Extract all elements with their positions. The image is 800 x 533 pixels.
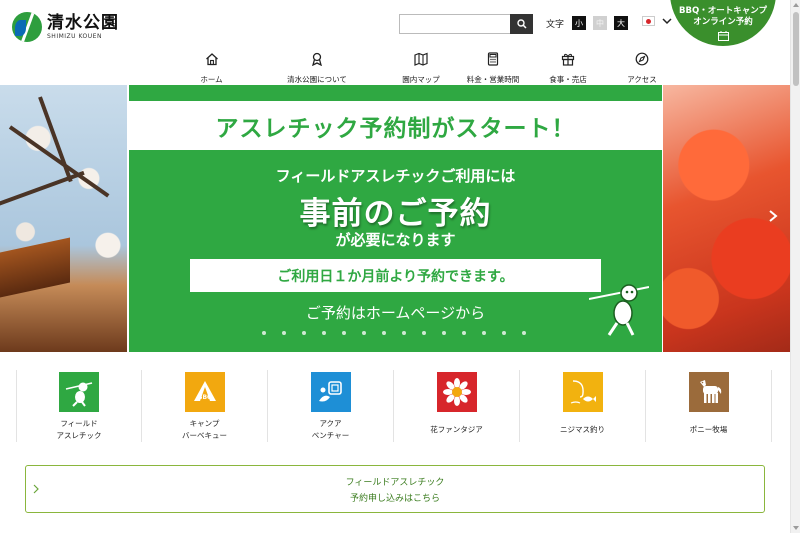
category-label: ニジマス釣り <box>560 425 605 434</box>
scroll-up-icon[interactable] <box>793 3 799 7</box>
slide-notice-box: ご利用日１か月前より予約できます。 <box>190 259 601 292</box>
category-label: バーベキュー <box>182 431 227 440</box>
carousel-dot[interactable] <box>462 331 466 335</box>
carousel-dot[interactable] <box>282 331 286 335</box>
nav-item-home[interactable]: ホーム <box>180 52 243 85</box>
carousel-dot[interactable] <box>442 331 446 335</box>
logo-name: 清水公園 <box>47 13 119 33</box>
map-icon <box>414 52 428 66</box>
category-label: ポニー牧場 <box>689 425 728 434</box>
category-label: 花ファンタジア <box>430 425 483 434</box>
hero-carousel: アスレチック予約制がスタート！ フィールドアスレチックご利用には 事前のご予約 … <box>0 85 790 352</box>
slide-footer-text: ご予約はホームページから <box>305 304 486 322</box>
carousel-dot[interactable] <box>362 331 366 335</box>
nav-item-food-shop[interactable]: 食事・売店 <box>535 52 601 85</box>
logo-mark-icon <box>12 12 42 42</box>
carousel-dot[interactable] <box>302 331 306 335</box>
category-label: アスレチック <box>56 431 102 440</box>
slide-headline: 事前のご予約 <box>299 196 492 232</box>
slide-title: アスレチック予約制がスタート！ <box>215 115 576 142</box>
carousel-dot[interactable] <box>342 331 346 335</box>
cta-line1: フィールドアスレチック <box>345 478 445 488</box>
nav-label: 園内マップ <box>402 75 440 84</box>
logo-sub: SHIMIZU KOUEN <box>47 33 102 40</box>
category-camp-bbq[interactable]: BBQ キャンプ バーベキュー <box>142 370 268 442</box>
mascot-icon <box>589 284 649 336</box>
compass-icon <box>635 52 649 66</box>
site-logo[interactable]: 清水公園 SHIMIZU KOUEN <box>12 12 119 42</box>
category-pony-ranch[interactable]: ポニー牧場 <box>646 370 772 442</box>
carousel-dots <box>262 331 542 335</box>
home-icon <box>205 53 218 66</box>
nav-item-fees-hours[interactable]: 料金・営業時間 <box>451 52 535 85</box>
main-nav: ホーム 清水公園について 園内マップ 料金・営業時間 食事・売店 アクセス <box>180 52 683 85</box>
bbq-reservation-button[interactable]: BBQ・オートキャンプ オンライン予約 <box>670 0 776 46</box>
search-button[interactable] <box>510 14 533 34</box>
nav-item-about[interactable]: 清水公園について <box>243 52 391 85</box>
carousel-dot[interactable] <box>262 331 266 335</box>
category-list: フィールド アスレチック BBQ キャンプ バーベキュー アクア ベンチャー 花… <box>16 370 772 442</box>
nav-item-access[interactable]: アクセス <box>601 52 683 85</box>
category-athletic[interactable]: フィールド アスレチック <box>16 370 142 442</box>
category-aqua-venture[interactable]: アクア ベンチャー <box>268 370 394 442</box>
category-label: アクア <box>319 419 342 428</box>
carousel-dot[interactable] <box>522 331 526 335</box>
bbq-line2: オンライン予約 <box>693 17 753 27</box>
search-icon <box>516 19 527 29</box>
calendar-icon <box>717 31 729 41</box>
slide-line1: フィールドアスレチックご利用には <box>275 167 516 185</box>
fishing-icon <box>562 372 603 412</box>
aqua-icon <box>310 372 351 412</box>
calculator-icon <box>487 52 499 66</box>
page-scrollbar[interactable] <box>790 0 800 533</box>
gift-icon <box>561 53 575 66</box>
nav-label: ホーム <box>200 75 223 84</box>
nav-label: 食事・売店 <box>549 75 587 84</box>
page: 清水公園 SHIMIZU KOUEN 文字 小 中 大 BBQ・オートキャンプ … <box>0 0 800 533</box>
nav-label: 清水公園について <box>287 75 347 84</box>
pony-icon <box>688 372 729 412</box>
carousel-dot[interactable] <box>322 331 326 335</box>
bbq-line1: BBQ・オートキャンプ <box>679 6 767 16</box>
nav-item-map[interactable]: 園内マップ <box>391 52 451 85</box>
nav-label: 料金・営業時間 <box>466 75 520 84</box>
athletic-icon <box>59 372 99 412</box>
carousel-dot[interactable] <box>422 331 426 335</box>
search-form <box>399 14 533 34</box>
search-input[interactable] <box>399 14 510 34</box>
carousel-dot[interactable] <box>502 331 506 335</box>
japan-flag-icon <box>642 16 655 26</box>
category-label: キャンプ <box>189 419 220 428</box>
scroll-down-icon[interactable] <box>793 526 799 530</box>
flower-icon <box>436 372 477 412</box>
slide-line3: が必要になります <box>335 231 456 249</box>
language-selector[interactable] <box>642 16 673 26</box>
cta-line2: 予約申し込みはこちら <box>349 494 440 504</box>
nav-label: アクセス <box>627 75 657 84</box>
category-label: ベンチャー <box>311 431 350 440</box>
font-size-switcher: 文字 小 中 大 <box>546 16 635 30</box>
camp-bbq-icon: BBQ <box>184 372 225 412</box>
carousel-next-icon[interactable] <box>766 209 780 223</box>
carousel-dot[interactable] <box>402 331 406 335</box>
category-label: フィールド <box>60 419 98 428</box>
carousel-dot[interactable] <box>482 331 486 335</box>
font-size-large-button[interactable]: 大 <box>614 16 629 30</box>
font-size-label: 文字 <box>546 19 565 30</box>
svg-text:BBQ: BBQ <box>197 394 211 401</box>
category-flower-fantasia[interactable]: 花ファンタジア <box>394 370 520 442</box>
ribbon-icon <box>312 52 322 66</box>
cherry-blossom-photo[interactable] <box>0 85 127 352</box>
carousel-dot[interactable] <box>382 331 386 335</box>
hero-slide-athletic-reservation[interactable]: アスレチック予約制がスタート！ フィールドアスレチックご利用には 事前のご予約 … <box>129 85 662 352</box>
category-trout-fishing[interactable]: ニジマス釣り <box>520 370 646 442</box>
autumn-leaves-photo[interactable] <box>663 85 790 352</box>
font-size-medium-button[interactable]: 中 <box>593 16 608 30</box>
athletic-reservation-link[interactable]: フィールドアスレチック 予約申し込みはこちら <box>25 465 765 513</box>
font-size-small-button[interactable]: 小 <box>572 16 587 30</box>
scroll-thumb[interactable] <box>793 12 799 86</box>
